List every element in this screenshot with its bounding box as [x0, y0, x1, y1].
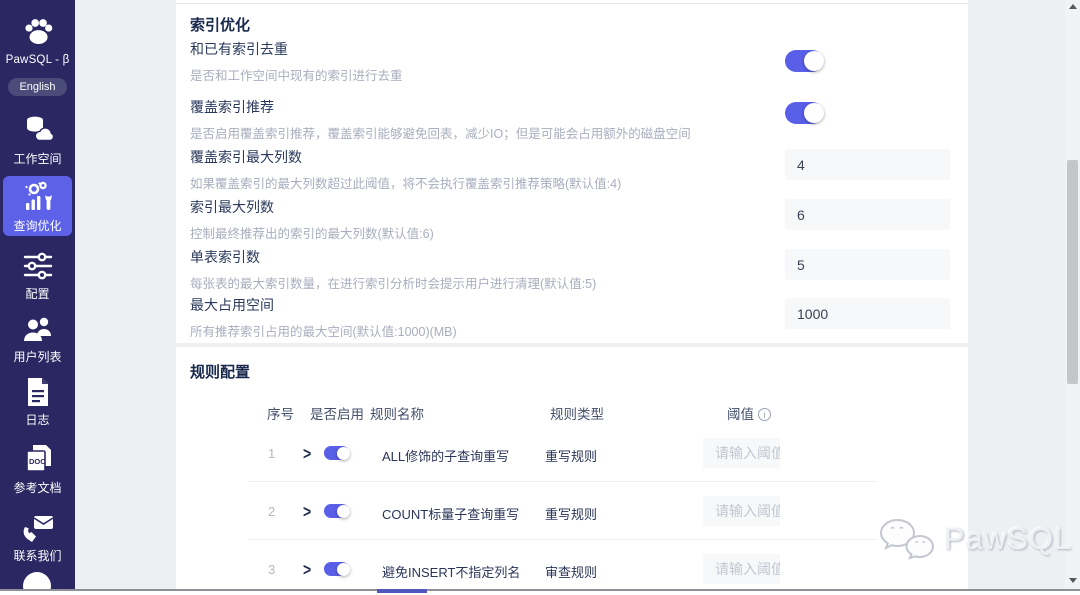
wechat-icon: [878, 516, 936, 562]
toggle-knob: [337, 562, 350, 576]
setting-label: 覆盖索引推荐: [190, 99, 274, 115]
rule-enabled-toggle[interactable]: [324, 562, 350, 576]
setting-description: 是否启用覆盖索引推荐，覆盖索引能够避免回表，减少IO；但是可能会占用额外的磁盘空…: [190, 127, 691, 141]
toggle-knob: [804, 51, 824, 71]
row-divider: [248, 481, 877, 482]
col-header-type: 规则类型: [550, 407, 604, 422]
toggle-knob: [337, 504, 350, 518]
svg-text:DOC: DOC: [29, 457, 46, 466]
input-covering-index-max-columns[interactable]: [785, 149, 950, 180]
setting-label: 覆盖索引最大列数: [190, 149, 302, 165]
rule-row-number: 2: [268, 504, 276, 519]
pawsql-settings-page: PawSQL - β English 工作空间 查询优化 配置 用户列表 日志 …: [0, 0, 1080, 595]
wechat-pawsql-watermark: PawSQL: [878, 516, 1072, 562]
input-indexes-per-table[interactable]: [785, 249, 950, 280]
sidebar-item-label: 配置: [25, 287, 50, 301]
toggle-covering-index-recommendation[interactable]: [785, 102, 824, 124]
setting-covering-index-max-columns: 覆盖索引最大列数 如果覆盖索引的最大列数超过此阈值，将不会执行覆盖索引推荐策略(…: [190, 147, 750, 192]
language-toggle-button[interactable]: English: [8, 78, 67, 96]
col-header-no: 序号: [267, 407, 294, 422]
toggle-knob: [804, 103, 824, 123]
input-max-space[interactable]: [785, 298, 950, 329]
brand-name: PawSQL - β: [5, 54, 70, 66]
rule-threshold-input[interactable]: [703, 554, 780, 584]
setting-description: 控制最终推荐出的索引的最大列数(默认值:6): [190, 227, 434, 241]
sidebar-item-label: 日志: [25, 413, 50, 427]
input-index-max-columns[interactable]: [785, 199, 950, 230]
rule-threshold-input[interactable]: [703, 496, 780, 526]
setting-description: 所有推荐索引占用的最大空间(默认值:1000)(MB): [190, 325, 457, 339]
rule-name: COUNT标量子查询重写: [382, 507, 520, 522]
sidebar-item-config[interactable]: 配置: [0, 251, 75, 302]
users-icon: [21, 314, 55, 344]
bottom-edge-line: [0, 589, 1080, 591]
col-header-name: 规则名称: [370, 407, 424, 422]
sidebar-item-label: 查询优化: [13, 219, 62, 233]
rule-type: 重写规则: [545, 449, 598, 464]
rule-type: 审查规则: [545, 565, 598, 580]
sidebar-item-log[interactable]: 日志: [0, 377, 75, 428]
sidebar-item-query-optimization[interactable]: 查询优化: [0, 181, 75, 234]
reference-doc-icon: DOC: [21, 443, 55, 475]
rule-name: 避免INSERT不指定列名: [382, 565, 521, 580]
rule-type: 重写规则: [545, 507, 598, 522]
log-doc-icon: [25, 377, 51, 407]
rule-configuration-panel: 规则配置 序号 是否启用 规则名称 规则类型 阈值 i 1 > ALL修饰的子查询…: [176, 347, 968, 589]
sidebar-item-label: 用户列表: [13, 350, 62, 364]
setting-description: 每张表的最大索引数量，在进行索引分析时会提示用户进行清理(默认值:5): [190, 277, 597, 291]
setting-description: 是否和工作空间中现有的索引进行去重: [190, 69, 403, 83]
expand-chevron-icon[interactable]: >: [303, 501, 311, 521]
toggle-dedupe-existing-indexes[interactable]: [785, 50, 824, 72]
panel-top-border: [176, 3, 968, 4]
window-bottom-edge: [0, 589, 1080, 595]
sidebar-item-label: 参考文档: [13, 481, 62, 495]
watermark-brand-text: PawSQL: [944, 521, 1073, 556]
rule-name: ALL修饰的子查询重写: [382, 449, 510, 464]
row-divider: [248, 539, 877, 540]
rule-enabled-toggle[interactable]: [324, 504, 350, 518]
expand-chevron-icon[interactable]: >: [303, 559, 311, 579]
sidebar-item-reference-docs[interactable]: DOC 参考文档: [0, 443, 75, 496]
index-optimization-panel: 索引优化 和已有索引去重 是否和工作空间中现有的索引进行去重 覆盖索引推荐 是否…: [176, 0, 968, 343]
sidebar-item-label: 工作空间: [13, 152, 62, 166]
sliders-icon: [22, 251, 54, 281]
rule-threshold-input[interactable]: [703, 438, 780, 468]
col-header-threshold: 阈值 i: [727, 403, 771, 423]
contact-icon: [21, 513, 55, 543]
setting-label: 和已有索引去重: [190, 41, 288, 57]
sidebar-item-users[interactable]: 用户列表: [0, 314, 75, 365]
scrollbar-up-arrow-icon[interactable]: [1069, 4, 1077, 9]
expand-chevron-icon[interactable]: >: [303, 443, 311, 463]
query-optimize-icon: [21, 181, 55, 213]
setting-label: 单表索引数: [190, 249, 260, 265]
setting-index-max-columns: 索引最大列数 控制最终推荐出的索引的最大列数(默认值:6): [190, 197, 750, 242]
setting-label: 索引最大列数: [190, 199, 274, 215]
scrollbar-down-arrow-icon[interactable]: [1069, 578, 1077, 583]
info-icon[interactable]: i: [758, 408, 771, 421]
setting-description: 如果覆盖索引的最大列数超过此阈值，将不会执行覆盖索引推荐策略(默认值:4): [190, 177, 622, 191]
col-header-enabled: 是否启用: [310, 407, 364, 422]
rule-enabled-toggle[interactable]: [324, 446, 350, 460]
section-title-index-optimization: 索引优化: [190, 17, 251, 34]
section-title-rule-configuration: 规则配置: [190, 364, 251, 381]
sidebar-item-workspace[interactable]: 工作空间: [0, 112, 75, 167]
setting-label: 最大占用空间: [190, 297, 274, 313]
setting-max-space: 最大占用空间 所有推荐索引占用的最大空间(默认值:1000)(MB): [190, 295, 750, 340]
rule-row-number: 3: [268, 562, 276, 577]
vertical-scrollbar[interactable]: [1065, 0, 1080, 589]
workspace-database-icon: [21, 112, 55, 146]
sidebar: PawSQL - β English 工作空间 查询优化 配置 用户列表 日志 …: [0, 0, 75, 595]
setting-covering-index-recommendation: 覆盖索引推荐 是否启用覆盖索引推荐，覆盖索引能够避免回表，减少IO；但是可能会占…: [190, 97, 750, 142]
paw-logo-icon: [0, 14, 75, 50]
scrollbar-thumb[interactable]: [1067, 160, 1078, 384]
setting-indexes-per-table: 单表索引数 每张表的最大索引数量，在进行索引分析时会提示用户进行清理(默认值:5…: [190, 247, 750, 292]
sidebar-item-label: 联系我们: [13, 549, 62, 563]
rule-row-number: 1: [268, 446, 276, 461]
toggle-knob: [337, 446, 350, 460]
setting-dedupe-existing-indexes: 和已有索引去重 是否和工作空间中现有的索引进行去重: [190, 39, 750, 84]
bottom-accent-fragment: [377, 589, 427, 593]
sidebar-item-contact[interactable]: 联系我们: [0, 513, 75, 564]
